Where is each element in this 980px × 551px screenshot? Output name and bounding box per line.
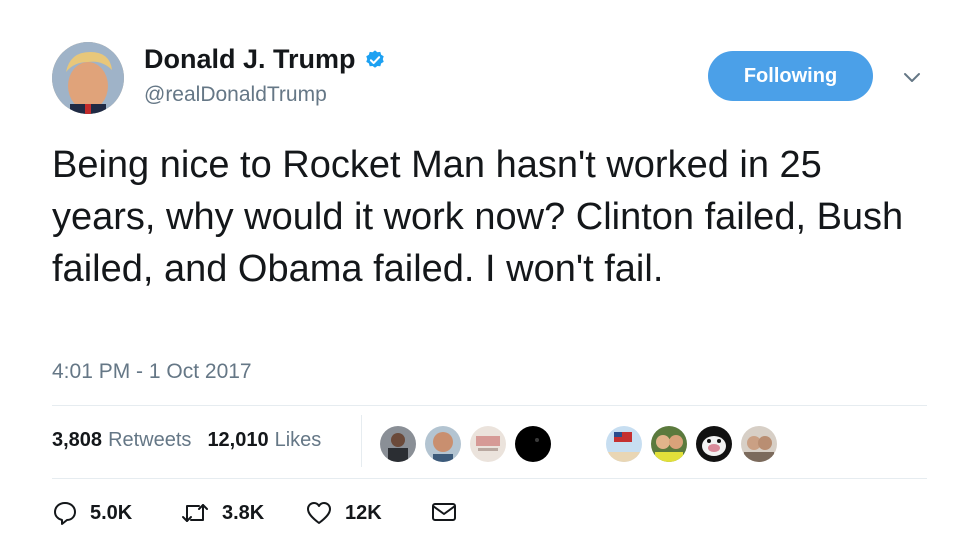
chevron-down-icon[interactable] — [901, 66, 923, 88]
likes-stat[interactable]: 12,010 Likes — [207, 429, 321, 452]
following-button[interactable]: Following — [708, 51, 873, 101]
author-name-row: Donald J. Trump — [144, 44, 386, 75]
reply-count: 5.0K — [90, 501, 133, 524]
tweet-stats: 3,808 Retweets 12,010 Likes — [52, 429, 321, 452]
liker-avatar-2[interactable] — [425, 426, 461, 462]
liker-avatar-3[interactable] — [470, 426, 506, 462]
liker-avatar-7[interactable] — [696, 426, 732, 462]
like-button[interactable]: 12K — [305, 500, 382, 526]
verified-badge-icon — [365, 49, 384, 68]
retweet-count: 3.8K — [222, 501, 265, 524]
retweets-label: Retweets — [108, 429, 192, 451]
retweet-button[interactable]: 3.8K — [180, 500, 264, 526]
reply-button[interactable]: 5.0K — [52, 500, 132, 526]
likes-count: 12,010 — [207, 429, 269, 451]
divider-bottom — [52, 478, 927, 479]
profile-photo-icon — [52, 42, 124, 114]
liker-avatar-4[interactable] — [515, 426, 551, 462]
like-count: 12K — [345, 501, 382, 524]
liker-avatar-1[interactable] — [380, 426, 416, 462]
stats-separator — [361, 415, 362, 467]
divider-top — [52, 405, 927, 406]
retweets-stat[interactable]: 3,808 Retweets — [52, 429, 191, 452]
liker-avatar-6[interactable] — [651, 426, 687, 462]
reply-icon — [54, 502, 76, 525]
tweet-text: Being nice to Rocket Man hasn't worked i… — [52, 144, 904, 290]
retweets-count: 3,808 — [52, 429, 103, 451]
retweet-icon — [182, 504, 208, 522]
envelope-icon — [432, 503, 456, 521]
author-handle[interactable]: @realDonaldTrump — [144, 83, 327, 107]
tweet-timestamp[interactable]: 4:01 PM - 1 Oct 2017 — [52, 360, 252, 384]
author-name[interactable]: Donald J. Trump — [144, 44, 356, 75]
direct-message-button[interactable] — [430, 500, 470, 524]
heart-icon — [307, 502, 331, 524]
liker-avatar-5[interactable] — [606, 426, 642, 462]
liker-avatar-8[interactable] — [741, 426, 777, 462]
likes-label: Likes — [274, 429, 322, 451]
profile-avatar[interactable] — [52, 42, 124, 114]
